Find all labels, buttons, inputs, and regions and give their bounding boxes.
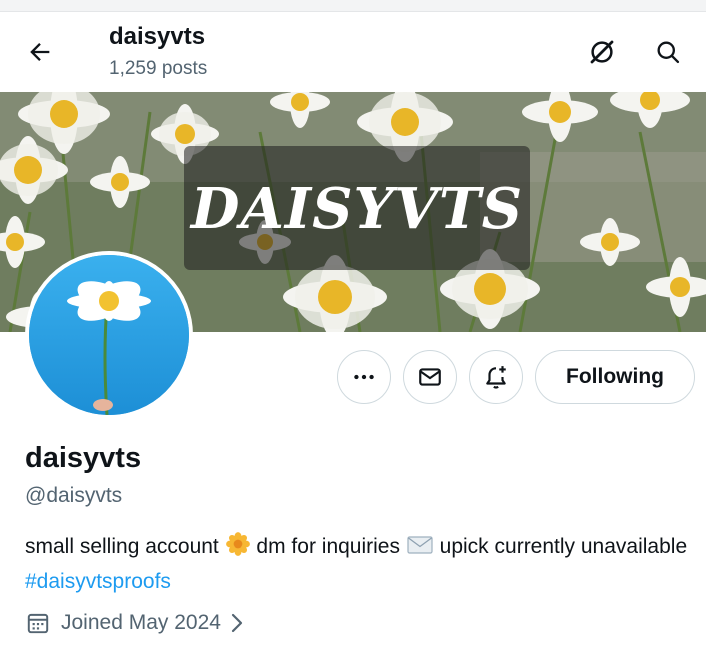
bio-text-3: upick currently unavailable bbox=[433, 535, 688, 558]
grok-button[interactable] bbox=[580, 30, 624, 74]
bio-text-2: dm for inquiries bbox=[250, 535, 406, 558]
header-name: daisyvts bbox=[109, 23, 206, 50]
following-button[interactable]: Following bbox=[535, 350, 695, 404]
bell-plus-icon bbox=[486, 366, 506, 389]
mail-icon bbox=[419, 368, 441, 386]
profile-header: daisyvts 1,259 posts bbox=[0, 12, 706, 92]
browser-top-edge bbox=[0, 0, 706, 12]
notifications-button[interactable] bbox=[469, 350, 523, 404]
profile-handle: @daisyvts bbox=[25, 484, 123, 507]
arrow-left-icon bbox=[30, 43, 50, 61]
message-button[interactable] bbox=[403, 350, 457, 404]
profile-name: daisyvts bbox=[25, 442, 142, 474]
more-button[interactable] bbox=[337, 350, 391, 404]
banner-title: DAISYVTS bbox=[190, 176, 524, 242]
chevron-right-icon bbox=[231, 613, 243, 633]
daisy-avatar-image bbox=[29, 255, 189, 415]
blossom-emoji-icon bbox=[225, 531, 251, 566]
search-icon bbox=[657, 41, 680, 64]
joined-date[interactable]: Joined May 2024 bbox=[25, 610, 245, 636]
profile-bio: small selling account dm for inquiries u… bbox=[25, 531, 695, 597]
search-button[interactable] bbox=[646, 30, 690, 74]
grok-icon bbox=[590, 40, 614, 64]
more-dots-icon bbox=[354, 374, 374, 380]
hashtag-link[interactable]: #daisyvtsproofs bbox=[25, 570, 171, 593]
bio-text-1: small selling account bbox=[25, 535, 225, 558]
envelope-emoji-icon bbox=[406, 533, 434, 566]
post-count: 1,259 posts bbox=[109, 58, 208, 79]
calendar-icon bbox=[27, 613, 49, 634]
back-button[interactable] bbox=[18, 30, 62, 74]
joined-label: Joined May 2024 bbox=[61, 611, 221, 634]
avatar[interactable] bbox=[25, 251, 193, 419]
